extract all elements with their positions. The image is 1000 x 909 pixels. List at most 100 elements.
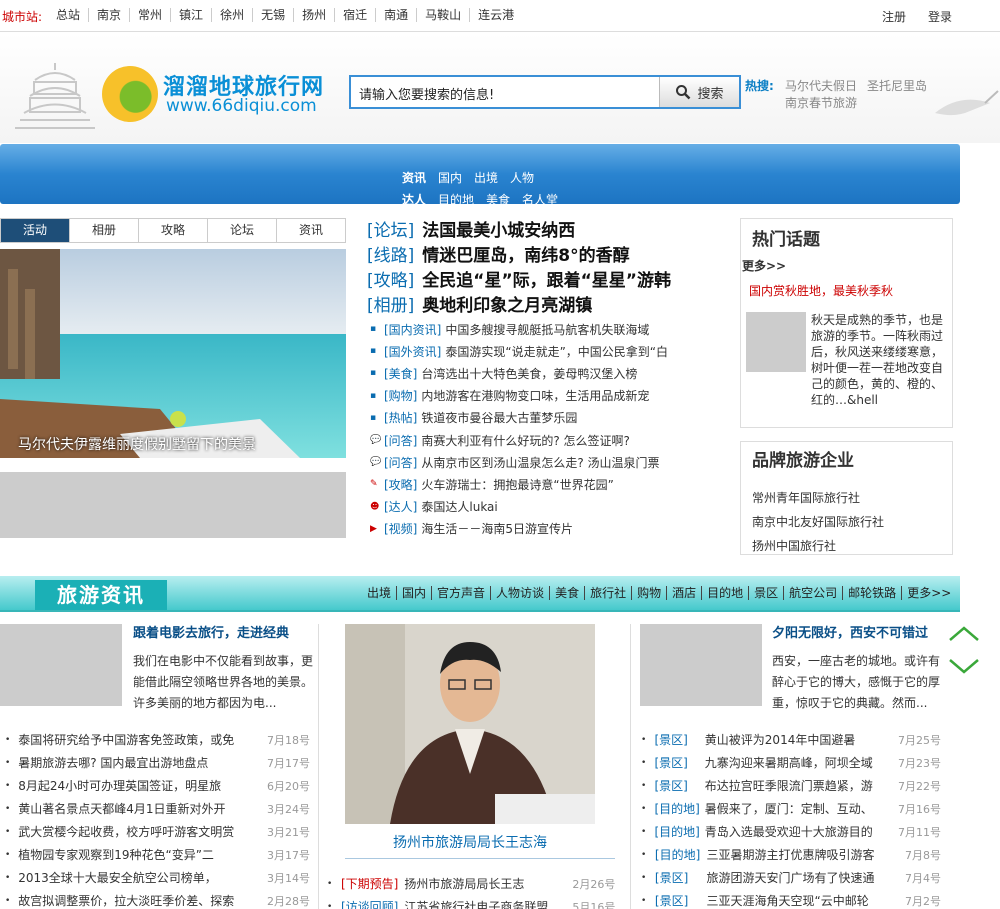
list-item[interactable]: ✎ [攻略] 火车游瑞士：拥抱最诗意“世界花园”	[370, 473, 730, 495]
register-link[interactable]: 注册	[882, 8, 906, 25]
nav-item[interactable]: 人物	[510, 169, 534, 186]
site-logo-url[interactable]: www.66diqiu.com	[166, 96, 317, 116]
list-item[interactable]: • 泰国将研究给予中国游客免签政策，或免 7月18号	[5, 728, 310, 751]
scroll-down-icon[interactable]	[949, 659, 979, 674]
city-link[interactable]: 总站	[48, 8, 88, 22]
city-link[interactable]: 连云港	[469, 8, 522, 22]
more-link[interactable]: 更多>>	[742, 257, 786, 274]
article-thumbnail[interactable]	[0, 624, 122, 706]
hot-search-term[interactable]: 马尔代夫假日	[785, 77, 857, 94]
nav-item[interactable]: 美食	[486, 191, 510, 208]
list-item[interactable]: • 武大赏樱今起收费，校方呼吁游客文明赏 3月21号	[5, 820, 310, 843]
city-link[interactable]: 常州	[129, 8, 170, 22]
city-link[interactable]: 南通	[375, 8, 416, 22]
item-date: 2月28号	[267, 894, 310, 908]
agency-link[interactable]: 常州青年国际旅行社	[752, 489, 860, 506]
list-item[interactable]: • [目的地] 青岛入选最受欢迎十大旅游目的 7月11号	[641, 820, 941, 843]
city-link[interactable]: 宿迁	[334, 8, 375, 22]
list-item[interactable]: ▪ [美食] 台湾选出十大特色美食，姜母鸭汉堡入榜	[370, 362, 730, 384]
headline[interactable]: [相册] 奥地利印象之月亮湖镇	[367, 291, 592, 316]
hot-search-term[interactable]: 圣托尼里岛	[867, 77, 927, 94]
hot-topic-link[interactable]: 国内赏秋胜地，最美秋季秋	[749, 282, 893, 299]
city-link[interactable]: 无锡	[252, 8, 293, 22]
list-item[interactable]: • 故宫拟调整票价，拉大淡旺季价差、探索 2月28号	[5, 889, 310, 909]
tab-forum[interactable]: 论坛	[207, 219, 276, 242]
list-item[interactable]: • [访谈回顾] 江苏省旅行社电子商务联盟 5月16号	[327, 895, 627, 909]
nav-item[interactable]: 国内	[438, 169, 462, 186]
category-link[interactable]: 航空公司	[783, 586, 842, 600]
list-item[interactable]: • 植物园专家观察到19种花色“变异”二 3月17号	[5, 843, 310, 866]
category-link[interactable]: 邮轮铁路	[842, 586, 901, 600]
travel-news-bar: 旅游资讯 出境 国内 官方声音 人物访谈 美食 旅行社 购物 酒店 目的地 景区…	[0, 576, 960, 612]
headline[interactable]: [线路] 情迷巴厘岛，南纬8°的香醇	[367, 241, 630, 266]
list-item[interactable]: • 8月起24小时可办理英国签证，明星旅 6月20号	[5, 774, 310, 797]
hot-search-term[interactable]: 南京春节旅游	[785, 94, 857, 111]
headline[interactable]: [论坛] 法国最美小城安纳西	[367, 216, 575, 241]
tab-album[interactable]: 相册	[69, 219, 138, 242]
list-item[interactable]: • [景区] 布达拉宫旺季限流门票趋紧，游 7月22号	[641, 774, 941, 797]
city-link[interactable]: 南京	[88, 8, 129, 22]
list-item[interactable]: • [目的地] 暑假来了，厦门：定制、互动、 7月16号	[641, 797, 941, 820]
list-item[interactable]: • [景区] 三亚天涯海角天空现“云中邮轮 7月2号	[641, 889, 941, 909]
category-link[interactable]: 出境	[362, 586, 396, 600]
interview-photo[interactable]	[345, 624, 595, 824]
nav-item[interactable]: 名人堂	[522, 191, 558, 208]
city-link[interactable]: 马鞍山	[416, 8, 469, 22]
category-link[interactable]: 美食	[549, 586, 584, 600]
city-link[interactable]: 镇江	[170, 8, 211, 22]
list-item[interactable]: ▪ [国内资讯] 中国多艘搜寻舰艇抵马航客机失联海域	[370, 318, 730, 340]
list-item[interactable]: • 暑期旅游去哪? 国内最宜出游地盘点 7月17号	[5, 751, 310, 774]
list-item[interactable]: ▶ [视频] 海生活－－海南5日游宣传片	[370, 518, 730, 540]
nav-item[interactable]: 资讯	[402, 169, 426, 186]
nav-item[interactable]: 目的地	[438, 191, 474, 208]
nav-item[interactable]: 出境	[474, 169, 498, 186]
featured-photo[interactable]: 马尔代夫伊露维丽度假别墅留下的美景	[0, 249, 346, 458]
item-date: 7月2号	[905, 894, 941, 908]
item-title: 暑假来了，厦门：定制、互动、	[704, 802, 873, 816]
login-link[interactable]: 登录	[928, 8, 952, 25]
list-item[interactable]: • [景区] 黄山被评为2014年中国避暑 7月25号	[641, 728, 941, 751]
tab-news[interactable]: 资讯	[276, 219, 345, 242]
category-link[interactable]: 酒店	[666, 586, 701, 600]
agency-link[interactable]: 扬州中国旅行社	[752, 537, 836, 554]
more-link[interactable]: 更多>>	[901, 586, 956, 600]
site-logo-icon[interactable]	[102, 66, 158, 122]
list-item[interactable]: • [景区] 旅游团游天安门广场有了快速通 7月4号	[641, 866, 941, 889]
article-thumbnail[interactable]	[640, 624, 762, 706]
category-link[interactable]: 目的地	[701, 586, 748, 600]
item-title: 火车游瑞士：拥抱最诗意“世界花园”	[421, 477, 614, 492]
list-item[interactable]: ▪ [购物] 内地游客在港购物变口味，生活用品成新宠	[370, 385, 730, 407]
list-item[interactable]: • [景区] 九寨沟迎来暑期高峰，阿坝全域 7月23号	[641, 751, 941, 774]
topic-thumbnail[interactable]	[746, 312, 806, 372]
hot-topics-box: 热门话题 更多>> 国内赏秋胜地，最美秋季秋 秋天是成熟的季节，也是旅游的季节。…	[740, 218, 953, 428]
tab-guide[interactable]: 攻略	[138, 219, 207, 242]
list-item[interactable]: 💬 [问答] 南赛大利亚有什么好玩的? 怎么签证啊?	[370, 429, 730, 451]
category-link[interactable]: 旅行社	[584, 586, 631, 600]
interview-caption[interactable]: 扬州市旅游局局长王志海	[345, 832, 595, 852]
list-item[interactable]: • 黄山著名景点天都峰4月1日重新对外开 3月24号	[5, 797, 310, 820]
list-item[interactable]: ▪ [国外资讯] 泰国游实现“说走就走”，中国公民拿到“白	[370, 340, 730, 362]
list-item[interactable]: • [下期预告] 扬州市旅游局局长王志 2月26号	[327, 872, 627, 895]
list-item[interactable]: ☻ [达人] 泰国达人lukai	[370, 496, 730, 518]
category-link[interactable]: 景区	[748, 586, 783, 600]
category-link[interactable]: 国内	[396, 586, 431, 600]
city-link[interactable]: 扬州	[293, 8, 334, 22]
scroll-up-icon[interactable]	[949, 626, 979, 641]
article-title[interactable]: 跟着电影去旅行，走进经典	[133, 622, 289, 641]
search-button[interactable]: 搜索	[659, 77, 739, 107]
city-link[interactable]: 徐州	[211, 8, 252, 22]
list-item[interactable]: ▪ [热帖] 铁道夜市曼谷最大古董梦乐园	[370, 407, 730, 429]
list-item[interactable]: 💬 [问答] 从南京市区到汤山温泉怎么走? 汤山温泉门票	[370, 451, 730, 473]
list-item[interactable]: • 2013全球十大最安全航空公司榜单， 3月14号	[5, 866, 310, 889]
category-link[interactable]: 人物访谈	[490, 586, 549, 600]
agency-link[interactable]: 南京中北友好国际旅行社	[752, 513, 884, 530]
search-input[interactable]	[359, 83, 659, 103]
tab-activity[interactable]: 活动	[1, 219, 69, 242]
category-link[interactable]: 官方声音	[431, 586, 490, 600]
list-item[interactable]: • [目的地] 三亚暑期游主打优惠牌吸引游客 7月8号	[641, 843, 941, 866]
category-link[interactable]: 购物	[631, 586, 666, 600]
article-title[interactable]: 夕阳无限好，西安不可错过	[772, 622, 928, 641]
headline[interactable]: [攻略] 全民追“星”际，跟着“星星”游韩	[367, 266, 671, 291]
item-tag: [国外资讯]	[384, 344, 442, 359]
nav-item[interactable]: 达人	[402, 191, 426, 208]
